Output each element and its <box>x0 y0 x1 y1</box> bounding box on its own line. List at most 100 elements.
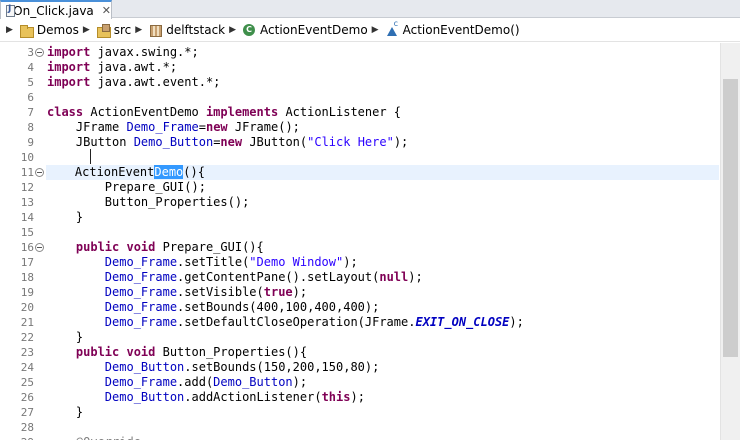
code-line[interactable]: JButton Demo_Button=new JButton("Click H… <box>47 135 720 150</box>
tab-label: On_Click.java <box>13 3 94 18</box>
code-token: void <box>126 240 163 254</box>
line-number: 3 <box>27 46 34 59</box>
code-line[interactable]: public void Button_Properties(){ <box>47 345 720 360</box>
code-line[interactable]: } <box>47 330 720 345</box>
code-line[interactable]: Demo_Frame.getContentPane().setLayout(nu… <box>47 270 720 285</box>
tab-on-click-java[interactable]: J On_Click.java ✕ <box>0 0 112 19</box>
code-token: .setVisible( <box>177 285 264 299</box>
code-token: ); <box>350 390 365 404</box>
code-line[interactable] <box>47 90 720 105</box>
chevron-right-icon: ▶ <box>135 25 143 35</box>
chevron-right-icon: ▶ <box>371 25 379 35</box>
scrollbar-thumb[interactable] <box>723 79 738 357</box>
breadcrumb-item-delftstack[interactable]: delftstack <box>148 23 225 37</box>
code-line[interactable]: } <box>47 210 720 225</box>
vertical-scrollbar[interactable] <box>720 43 740 440</box>
line-number: 17 <box>20 256 34 269</box>
code-line[interactable]: } <box>47 405 720 420</box>
code-token: EXIT_ON_CLOSE <box>415 315 510 329</box>
code-area[interactable]: import javax.swing.*; import java.awt.*; i… <box>46 43 720 440</box>
line-number: 4 <box>27 61 34 74</box>
line-number: 7 <box>27 106 34 119</box>
code-line[interactable]: Demo_Button.addActionListener(this); <box>47 390 720 405</box>
breadcrumb-item-demos[interactable]: Demos <box>19 23 79 38</box>
code-line[interactable] <box>47 225 720 240</box>
code-token: java.awt.*; <box>97 60 178 74</box>
code-token: ); <box>408 270 423 284</box>
code-line[interactable]: @Override <box>47 435 720 440</box>
code-line[interactable]: public void Prepare_GUI(){ <box>47 240 720 255</box>
code-line[interactable] <box>47 420 720 435</box>
code-token: "Click Here" <box>307 135 394 149</box>
code-token: JButton <box>47 135 134 149</box>
java-file-icon: J <box>5 4 15 17</box>
code-token: = <box>198 120 206 134</box>
code-token: Demo_Button <box>213 375 293 389</box>
code-line[interactable]: JFrame Demo_Frame=new JFrame(); <box>47 120 720 135</box>
line-number: 12 <box>20 181 34 194</box>
breadcrumb-item-constructor[interactable]: ActionEventDemo() <box>385 19 520 37</box>
code-line[interactable]: import javax.swing.*; <box>47 45 720 60</box>
code-token: .setBounds(150,200,150,80); <box>184 360 380 374</box>
line-number: 9 <box>27 136 34 149</box>
code-line[interactable]: Demo_Frame.setDefaultCloseOperation(JFra… <box>47 315 720 330</box>
code-token: "Demo Window" <box>249 255 344 269</box>
code-line[interactable]: Demo_Frame.add(Demo_Button); <box>47 375 720 390</box>
line-number: 27 <box>20 406 34 419</box>
line-number: 21 <box>20 316 34 329</box>
code-token: Button_Properties(); <box>47 195 250 209</box>
breadcrumb: ▶ Demos ▶ src ▶ delftstack ▶ ActionEvent… <box>0 19 740 42</box>
code-token: JFrame(); <box>234 120 300 134</box>
fold-toggle-icon[interactable] <box>35 243 44 252</box>
code-line[interactable]: Demo_Button.setBounds(150,200,150,80); <box>47 360 720 375</box>
breadcrumb-item-src[interactable]: src <box>96 23 132 38</box>
code-token: Demo_Button <box>104 360 185 374</box>
code-line[interactable]: import java.awt.*; <box>47 60 720 75</box>
code-token: .setTitle( <box>177 255 250 269</box>
line-number-gutter: 3 4 5 6 7 8 9 10 11 12 13 14 15 16 17 18 19 20 21 22 23 24 25 2… <box>0 43 46 440</box>
code-line[interactable]: Button_Properties(); <box>47 195 720 210</box>
close-icon[interactable]: ✕ <box>102 4 111 17</box>
code-token: class <box>47 105 91 119</box>
code-token: @Override <box>47 435 141 440</box>
code-line[interactable]: Demo_Frame.setVisible(true); <box>47 285 720 300</box>
code-line[interactable]: Demo_Frame.setBounds(400,100,400,400); <box>47 300 720 315</box>
code-line[interactable]: class ActionEventDemo implements ActionL… <box>47 105 720 120</box>
code-token: .setDefaultCloseOperation(JFrame. <box>177 315 416 329</box>
code-line[interactable]: import java.awt.event.*; <box>47 75 720 90</box>
code-token: Demo_Frame <box>126 120 199 134</box>
code-token: JButton( <box>249 135 308 149</box>
code-token: ActionListener { <box>285 105 402 119</box>
code-token: .addActionListener( <box>184 390 322 404</box>
line-number: 10 <box>20 151 34 164</box>
breadcrumb-item-actioneventdemo[interactable]: ActionEventDemo <box>242 23 368 37</box>
code-token: .setBounds(400,100,400,400); <box>177 300 380 314</box>
code-token: java.awt.event.*; <box>97 75 221 89</box>
breadcrumb-label: src <box>113 23 132 37</box>
constructor-icon <box>385 19 399 37</box>
fold-toggle-icon[interactable] <box>35 168 44 177</box>
code-token: public <box>75 240 127 254</box>
code-line[interactable]: Prepare_GUI(); <box>47 180 720 195</box>
code-token: Demo_Frame <box>104 285 178 299</box>
code-token: JFrame <box>47 120 127 134</box>
line-number: 15 <box>20 226 34 239</box>
code-line[interactable]: Demo_Frame.setTitle("Demo Window"); <box>47 255 720 270</box>
breadcrumb-label: Demos <box>36 23 79 37</box>
line-number: 13 <box>20 196 34 209</box>
code-line[interactable]: ActionEventDemo(){ <box>46 165 719 180</box>
code-token: javax.swing.*; <box>97 45 199 59</box>
code-token: ); <box>292 285 308 299</box>
code-token: ); <box>509 315 524 329</box>
line-number: 24 <box>20 361 34 374</box>
fold-toggle-icon[interactable] <box>35 48 44 57</box>
code-editor[interactable]: 3 4 5 6 7 8 9 10 11 12 13 14 15 16 17 18 19 20 21 22 23 24 25 2… <box>0 43 720 440</box>
code-line[interactable] <box>47 150 720 165</box>
code-token: true <box>263 285 293 299</box>
code-token: import <box>47 75 98 89</box>
code-token: new <box>205 120 235 134</box>
